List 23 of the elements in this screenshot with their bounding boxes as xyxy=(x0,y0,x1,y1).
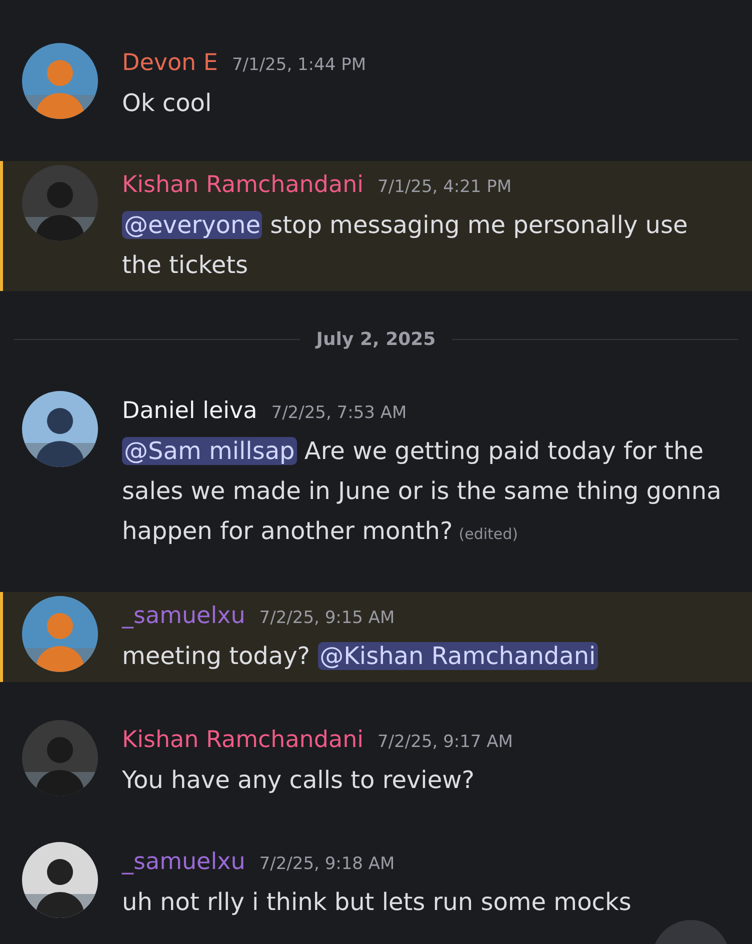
timestamp: 7/2/25, 9:17 AM xyxy=(378,731,513,754)
timestamp: 7/2/25, 9:18 AM xyxy=(259,853,395,876)
message-text: @Sam millsap Are we getting paid today for the sales we made in June or is the same thing gonna happen for another month? (edited) xyxy=(122,436,722,547)
author-name[interactable]: _samuelxu xyxy=(122,842,246,882)
author-name[interactable]: Kishan Ramchandani xyxy=(122,165,364,205)
author-name[interactable]: Daniel leiva xyxy=(122,391,258,431)
edited-label: (edited) xyxy=(458,525,518,543)
mention-link[interactable]: @Sam millsap xyxy=(122,437,297,465)
author-name[interactable]: Kishan Ramchandani xyxy=(122,720,364,760)
timestamp: 7/1/25, 4:21 PM xyxy=(378,176,512,199)
mention-link[interactable]: @everyone xyxy=(122,211,262,239)
message-text: @everyone stop messaging me personally use the tickets xyxy=(122,210,689,281)
message-text: Ok cool xyxy=(122,88,213,119)
author-name[interactable]: Devon E xyxy=(122,43,218,83)
message-text: uh not rlly i think but lets run some mocks xyxy=(122,887,632,918)
author-name[interactable]: _samuelxu xyxy=(122,596,246,636)
mention-link[interactable]: @Kishan Ramchandani xyxy=(318,642,598,670)
timestamp: 7/2/25, 7:53 AM xyxy=(271,402,407,425)
message-text: meeting today? @Kishan Ramchandani xyxy=(122,641,599,672)
timestamp: 7/2/25, 9:15 AM xyxy=(259,607,395,630)
message-text: You have any calls to review? xyxy=(122,765,476,796)
timestamp: 7/1/25, 1:44 PM xyxy=(232,54,366,77)
date-divider: July 2, 2025 xyxy=(316,328,436,350)
